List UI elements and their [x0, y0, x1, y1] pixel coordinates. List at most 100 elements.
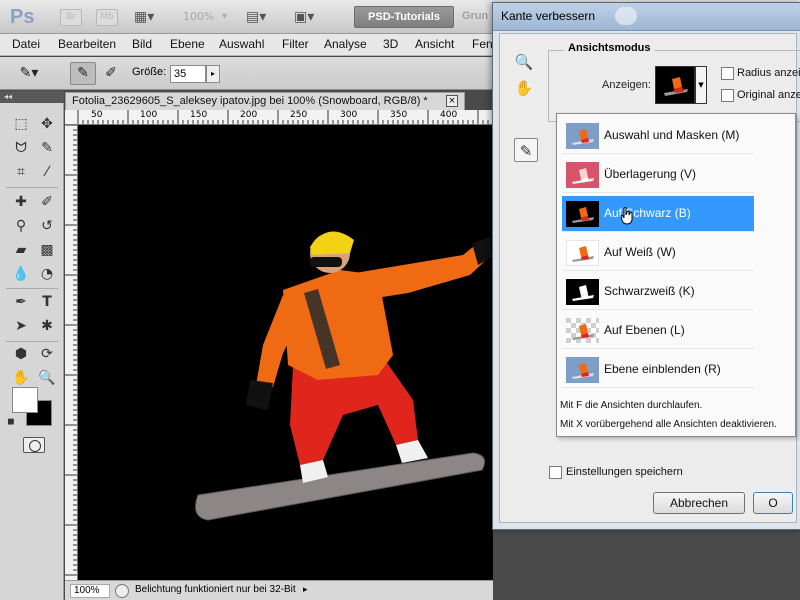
3d-rotate-tool-icon[interactable]: ⬢: [8, 343, 34, 365]
view-option-label: Schwarzweiß (K): [604, 284, 695, 298]
checker-thumb: [566, 318, 599, 344]
close-icon[interactable]: ×: [446, 95, 458, 107]
show-radius-label: Radius anzeige: [737, 67, 800, 79]
screen-mode-icon[interactable]: ▣▾: [294, 8, 314, 26]
status-info-icon[interactable]: [115, 584, 129, 598]
horizontal-ruler: 50 100 150 200 250 300 350 400: [65, 110, 493, 125]
ruler-label: 200: [240, 110, 258, 120]
view-option-reveal-layer[interactable]: Ebene einblenden (R): [562, 352, 754, 388]
ruler-label: 350: [390, 110, 408, 120]
path-selection-tool-icon[interactable]: ➤: [8, 315, 34, 337]
save-settings-checkbox[interactable]: [549, 466, 562, 479]
document-tab[interactable]: Fotolia_23629605_S_aleksey ipatov.jpg be…: [65, 92, 465, 110]
workspace-button[interactable]: PSD-Tutorials: [354, 6, 454, 28]
show-original-checkbox[interactable]: [721, 89, 734, 102]
brush-tool-icon[interactable]: ✐: [34, 191, 60, 213]
menu-3d[interactable]: 3D: [383, 37, 398, 51]
3d-orbit-tool-icon[interactable]: ⟳: [34, 343, 60, 365]
status-zoom-field[interactable]: 100%: [70, 584, 110, 598]
erase-refinements-brush-icon[interactable]: ✐: [98, 62, 124, 85]
view-option-label: Auswahl und Masken (M): [604, 128, 740, 142]
zoom-level[interactable]: 100%: [183, 10, 214, 23]
marquee-tool-icon[interactable]: ⬚: [8, 113, 34, 135]
hand-icon[interactable]: ✋: [512, 76, 536, 100]
menu-fenster[interactable]: Fen: [472, 37, 493, 51]
tools-panel-header[interactable]: ◂◂: [0, 91, 64, 103]
tool-divider: [6, 288, 58, 289]
black-white-thumb: [566, 279, 599, 305]
ruler-ticks: [65, 125, 77, 576]
dialog-title: Kante verbessern: [501, 9, 596, 23]
view-mode-preview[interactable]: [655, 66, 695, 104]
view-option-black-white[interactable]: Schwarzweiß (K): [562, 274, 754, 310]
view-extras-icon[interactable]: ▦▾: [134, 8, 154, 26]
mini-bridge-icon[interactable]: Mb: [96, 9, 118, 26]
ok-button[interactable]: O: [753, 492, 793, 514]
eraser-tool-icon[interactable]: ▰: [8, 239, 34, 261]
dodge-tool-icon[interactable]: ◔: [34, 263, 60, 285]
eyedropper-tool-icon[interactable]: ⁄: [34, 161, 60, 183]
clone-stamp-tool-icon[interactable]: ⚲: [8, 215, 34, 237]
view-option-selection-and-masks[interactable]: Auswahl und Masken (M): [562, 118, 754, 154]
menu-analyse[interactable]: Analyse: [324, 37, 367, 51]
zoom-icon[interactable]: 🔍: [512, 50, 536, 74]
crop-tool-icon[interactable]: ⌗: [8, 161, 34, 183]
menu-bearbeiten[interactable]: Bearbeiten: [58, 37, 116, 51]
sky-thumb: [566, 123, 599, 149]
type-tool-icon[interactable]: T: [34, 291, 60, 313]
ruler-label: 400: [440, 110, 458, 120]
foreground-color-swatch[interactable]: [12, 387, 38, 413]
menu-filter[interactable]: Filter: [282, 37, 309, 51]
workspace-essentials[interactable]: Grun: [462, 10, 488, 22]
show-radius-checkbox[interactable]: [721, 67, 734, 80]
menu-ebene[interactable]: Ebene: [170, 37, 205, 51]
view-option-label: Auf Weiß (W): [604, 245, 676, 259]
history-brush-tool-icon[interactable]: ↺: [34, 215, 60, 237]
tool-preset-icon[interactable]: ✎▾: [16, 62, 42, 85]
move-tool-icon[interactable]: ✥: [34, 113, 60, 135]
menu-ansicht[interactable]: Ansicht: [415, 37, 454, 51]
ruler-label: 250: [290, 110, 308, 120]
size-label: Größe:: [132, 66, 167, 78]
bridge-icon[interactable]: Br: [60, 9, 82, 26]
zoom-dropdown-icon[interactable]: ▾: [222, 8, 227, 26]
image-canvas[interactable]: [78, 125, 493, 580]
save-settings-label: Einstellungen speichern: [566, 466, 683, 478]
tool-divider: [6, 187, 58, 188]
view-option-on-layers[interactable]: Auf Ebenen (L): [562, 313, 754, 349]
healing-brush-tool-icon[interactable]: ✚: [8, 191, 34, 213]
quick-mask-button[interactable]: [23, 437, 45, 453]
lasso-tool-icon[interactable]: ᗢ: [8, 137, 34, 159]
view-mode-dropdown-icon[interactable]: ▼: [695, 66, 707, 104]
custom-shape-tool-icon[interactable]: ✱: [34, 315, 60, 337]
tools-panel: ◂◂ ⬚ ✥ ᗢ ✎ ⌗ ⁄ ✚ ✐ ⚲ ↺ ▰ ▩ 💧 ◔ ✒ T ➤ ✱ ⬢…: [0, 91, 64, 600]
quick-selection-tool-icon[interactable]: ✎: [34, 137, 60, 159]
arrange-documents-icon[interactable]: ▤▾: [246, 8, 266, 26]
view-preview-thumb: [656, 67, 694, 103]
hand-tool-icon[interactable]: ✋: [8, 367, 34, 389]
view-option-on-white[interactable]: Auf Weiß (W): [562, 235, 754, 271]
menu-bild[interactable]: Bild: [132, 37, 152, 51]
titlebar-glow-icon: [615, 7, 637, 25]
menu-auswahl[interactable]: Auswahl: [219, 37, 264, 51]
dialog-titlebar[interactable]: Kante verbessern: [493, 3, 800, 31]
blur-tool-icon[interactable]: 💧: [8, 263, 34, 285]
refine-radius-brush-icon[interactable]: ✎: [70, 62, 96, 85]
refine-brush-icon[interactable]: ✎: [514, 138, 538, 162]
vertical-ruler: [65, 125, 78, 580]
size-input[interactable]: 35: [170, 65, 206, 83]
view-option-label: Auf Schwarz (B): [604, 206, 691, 220]
size-dropdown-icon[interactable]: ▸: [206, 65, 220, 83]
status-arrow-icon[interactable]: ▸: [303, 584, 308, 595]
status-bar: 100% Belichtung funktioniert nur bei 32-…: [65, 580, 493, 600]
view-option-on-black[interactable]: Auf Schwarz (B): [562, 196, 754, 232]
pen-tool-icon[interactable]: ✒: [8, 291, 34, 313]
view-mode-label: Ansichtsmodus: [564, 42, 655, 54]
cancel-button[interactable]: Abbrechen: [653, 492, 745, 514]
gradient-tool-icon[interactable]: ▩: [34, 239, 60, 261]
default-colors-icon[interactable]: ◼: [4, 415, 18, 429]
menu-datei[interactable]: Datei: [12, 37, 40, 51]
zoom-tool-icon[interactable]: 🔍: [34, 367, 60, 389]
view-option-overlay[interactable]: Überlagerung (V): [562, 157, 754, 193]
ruler-ticks: [77, 110, 489, 124]
